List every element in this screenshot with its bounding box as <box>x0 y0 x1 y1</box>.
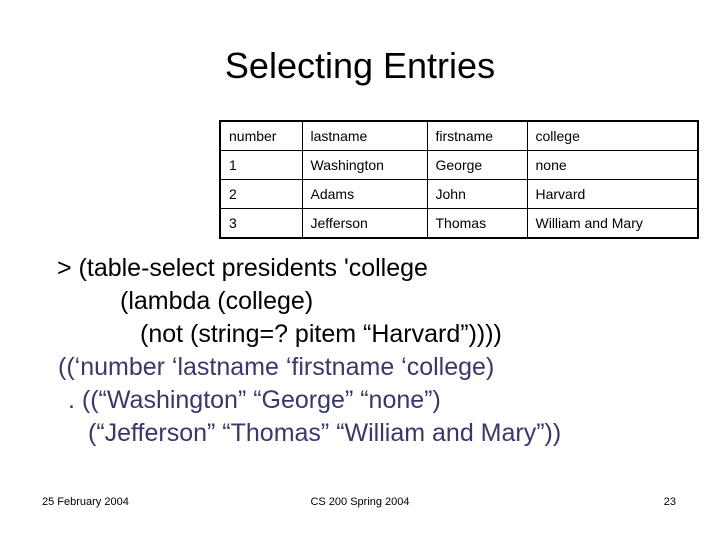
column-header-firstname: firstname <box>426 120 528 151</box>
table-row: 3 Jefferson Thomas William and Mary <box>219 208 699 239</box>
code-line-4: ((‘number ‘lastname ‘firstname ‘college) <box>58 353 495 381</box>
cell-number: 2 <box>219 179 303 209</box>
page-title: Selecting Entries <box>224 45 496 86</box>
table-header-row: number lastname firstname college <box>219 120 699 151</box>
presidents-table-container: number lastname firstname college 1 Wash… <box>219 120 699 239</box>
presidents-table: number lastname firstname college 1 Wash… <box>219 120 699 239</box>
cell-lastname: Jefferson <box>301 208 428 239</box>
cell-number: 1 <box>219 150 303 180</box>
footer-page-number: 23 <box>663 496 676 508</box>
cell-lastname: Washington <box>301 150 428 180</box>
cell-lastname: Adams <box>301 179 428 209</box>
code-line-3: (not (string=? pitem “Harvard”)))) <box>140 320 502 348</box>
code-transcript: > (table-select presidents 'college (lam… <box>0 252 720 450</box>
cell-college: William and Mary <box>526 208 699 239</box>
code-line-6: (“Jefferson” “Thomas” “William and Mary”… <box>88 419 562 447</box>
cell-number: 3 <box>219 208 303 239</box>
cell-college: none <box>526 150 699 180</box>
footer-course: CS 200 Spring 2004 <box>310 496 410 508</box>
table-row: 2 Adams John Harvard <box>219 179 699 209</box>
column-header-college: college <box>526 120 699 151</box>
cell-firstname: Thomas <box>426 208 528 239</box>
code-line-1: > (table-select presidents 'college <box>57 254 428 282</box>
cell-firstname: John <box>426 179 528 209</box>
cell-college: Harvard <box>526 179 699 209</box>
code-line-2: (lambda (college) <box>120 287 314 315</box>
code-line-5: . ((“Washington” “George” “none”) <box>68 386 441 414</box>
table-row: 1 Washington George none <box>219 150 699 180</box>
cell-firstname: George <box>426 150 528 180</box>
column-header-number: number <box>219 120 303 151</box>
slide-footer: 25 February 2004 CS 200 Spring 2004 23 <box>0 494 720 514</box>
column-header-lastname: lastname <box>301 120 428 151</box>
